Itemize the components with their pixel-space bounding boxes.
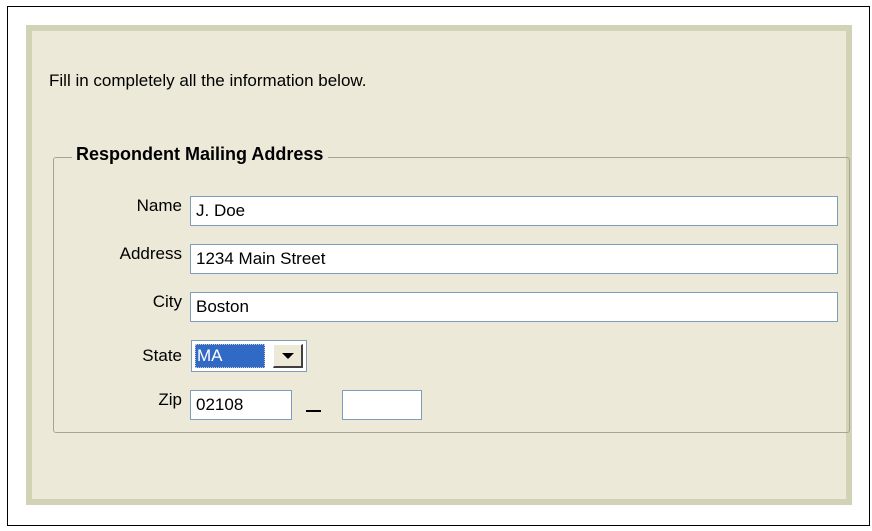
city-label: City	[152, 292, 182, 311]
city-field[interactable]: Boston	[190, 292, 838, 322]
address-label: Address	[119, 244, 182, 263]
name-field[interactable]: J. Doe	[190, 196, 838, 226]
chevron-down-icon	[282, 353, 294, 359]
form-panel: Fill in completely all the information b…	[26, 25, 852, 505]
group-title: Respondent Mailing Address	[72, 144, 329, 165]
name-label: Name	[136, 196, 182, 215]
instructions-text: Fill in completely all the information b…	[49, 71, 367, 90]
state-dropdown-button[interactable]	[273, 344, 303, 368]
zip-label: Zip	[158, 390, 182, 409]
zip-field[interactable]: 02108	[190, 390, 292, 420]
zip-plus4-field[interactable]	[342, 390, 422, 420]
state-selected-value[interactable]: MA	[195, 344, 265, 368]
state-label: State	[142, 346, 182, 365]
address-field[interactable]: 1234 Main Street	[190, 244, 838, 274]
state-select[interactable]: MA	[191, 340, 307, 372]
mailing-address-group: Respondent Mailing Address Name J. Doe A…	[53, 144, 850, 433]
zip-separator	[306, 410, 321, 412]
window-frame: Fill in completely all the information b…	[7, 6, 870, 526]
